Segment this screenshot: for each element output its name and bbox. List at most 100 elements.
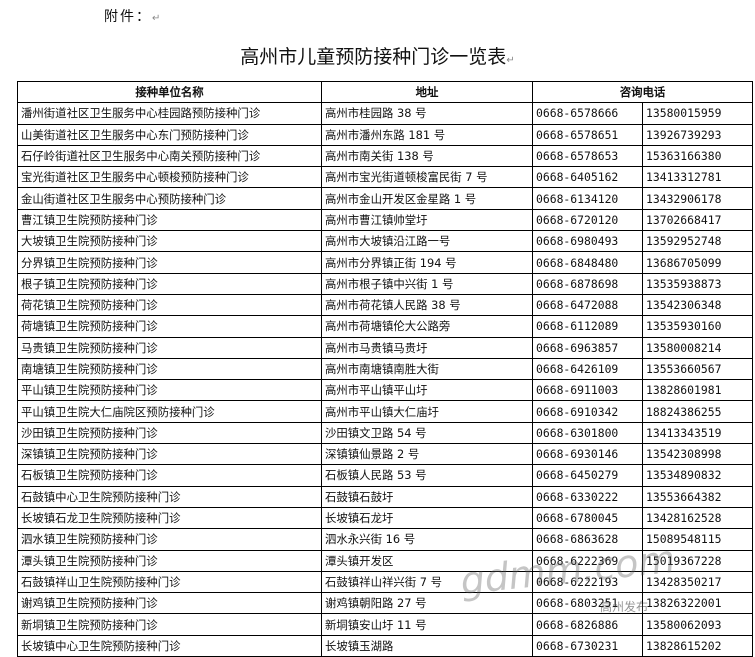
cell-address: 高州市马贵镇马贵圩 [321,336,533,359]
cell-address: 高州市荷塘镇伦大公路旁 [321,315,533,338]
cell-mobile: 13413343519 [642,421,753,445]
cell-address: 高州市分界镇正街 194 号 [321,251,533,274]
table-row: 大坡镇卫生院预防接种门诊 高州市大坡镇沿江路一号 0668-6980493 13592… [17,230,753,253]
cell-landline: 0668-6963857 [532,336,643,359]
cell-address: 长坡镇石龙圩 [321,506,533,530]
table-row: 长坡镇中心卫生院预防接种门诊 长坡镇玉湖路 0668-6730231 13828615… [17,634,753,657]
cell-unit: 泗水镇卫生院预防接种门诊 [17,528,322,551]
cell-address: 长坡镇玉湖路 [321,634,533,657]
cell-mobile: 13686705099 [642,251,753,274]
cell-landline: 0668-6112089 [532,315,643,338]
cell-unit: 平山镇卫生院预防接种门诊 [17,379,322,402]
cell-landline: 0668-6826886 [532,613,643,636]
cell-landline: 0668-6330222 [532,485,643,508]
cell-address: 沙田镇文卫路 54 号 [321,421,533,445]
cell-unit: 长坡镇中心卫生院预防接种门诊 [17,634,322,657]
cell-landline: 0668-6134120 [532,187,643,210]
cell-unit: 曹江镇卫生院预防接种门诊 [17,208,322,232]
cell-unit: 马贵镇卫生院预防接种门诊 [17,336,322,359]
table-row: 新垌镇卫生院预防接种门诊 新垌镇安山圩 11 号 0668-6826886 13580… [17,613,753,636]
cell-landline: 0668-6930146 [532,443,643,466]
table-header-row: 接种单位名称 地址 咨询电话 [17,80,753,104]
cell-address: 高州市曹江镇帅堂圩 [321,208,533,232]
page-title-text: 高州市儿童预防接种门诊一览表 [240,46,507,68]
cell-landline: 0668-6720120 [532,208,643,232]
cell-mobile: 13702668417 [642,208,753,232]
cell-unit: 新垌镇卫生院预防接种门诊 [17,613,322,636]
cell-address: 高州市根子镇中兴街 1 号 [321,272,533,295]
cell-mobile: 13592952748 [642,230,753,253]
cell-unit: 石鼓镇祥山卫生院预防接种门诊 [17,570,322,594]
cell-mobile: 13535938873 [642,272,753,295]
cell-address: 高州市大坡镇沿江路一号 [321,230,533,253]
header-address: 地址 [321,80,533,104]
cell-address: 高州市宝光街道顿梭富民街 7 号 [321,166,533,189]
cell-address: 泗水永兴街 16 号 [321,528,533,551]
cell-unit: 石鼓镇中心卫生院预防接种门诊 [17,485,322,508]
table-row: 荷塘镇卫生院预防接种门诊 高州市荷塘镇伦大公路旁 0668-6112089 13535… [17,315,753,338]
page-title: 高州市儿童预防接种门诊一览表↵ [0,42,755,69]
table-row: 根子镇卫生院预防接种门诊 高州市根子镇中兴街 1 号 0668-6878698 135… [17,272,753,295]
table-row: 金山街道社区卫生服务中心预防接种门诊 高州市金山开发区金星路 1 号 0668-61… [17,187,753,210]
cell-mobile: 13828601981 [642,379,753,402]
cell-mobile: 13580062093 [642,613,753,636]
cell-landline: 0668-6780045 [532,506,643,530]
watermark-sub: 高州发布 [600,600,649,614]
table-row: 南塘镇卫生院预防接种门诊 高州市南塘镇南胜大街 0668-6426109 135536… [17,357,753,381]
table-row: 长坡镇石龙卫生院预防接种门诊 长坡镇石龙圩 0668-6780045 13428162… [17,506,753,530]
cell-landline: 0668-6578653 [532,144,643,168]
cell-unit: 山美街道社区卫生服务中心东门预防接种门诊 [17,123,322,146]
table-row: 沙田镇卫生院预防接种门诊 沙田镇文卫路 54 号 0668-6301800 13413… [17,421,753,445]
table-row: 分界镇卫生院预防接种门诊 高州市分界镇正街 194 号 0668-6848480 13… [17,251,753,274]
table-row: 深镇镇卫生院预防接种门诊 深镇镇仙景路 2 号 0668-6930146 135423… [17,443,753,466]
cell-mobile: 13428162528 [642,506,753,530]
table-row: 山美街道社区卫生服务中心东门预防接种门诊 高州市潘州东路 181 号 0668-65… [17,123,753,146]
cell-unit: 深镇镇卫生院预防接种门诊 [17,443,322,466]
cell-address: 高州市南关街 138 号 [321,144,533,168]
cell-unit: 荷花镇卫生院预防接种门诊 [17,293,322,317]
cell-mobile: 13580008214 [642,336,753,359]
header-phone: 咨询电话 [532,80,753,104]
cell-address: 高州市荷花镇人民路 38 号 [321,293,533,317]
cell-unit: 金山街道社区卫生服务中心预防接种门诊 [17,187,322,210]
cell-landline: 0668-6472088 [532,293,643,317]
cell-mobile: 13580015959 [642,102,753,125]
cell-unit: 分界镇卫生院预防接种门诊 [17,251,322,274]
cell-address: 深镇镇仙景路 2 号 [321,443,533,466]
cell-address: 石板镇人民路 53 号 [321,464,533,487]
cell-unit: 根子镇卫生院预防接种门诊 [17,272,322,295]
attachment-label: 附件：↵ [104,6,160,26]
cell-landline: 0668-6910342 [532,400,643,423]
cell-unit: 石板镇卫生院预防接种门诊 [17,464,322,487]
cell-mobile: 13413312781 [642,166,753,189]
cell-unit: 南塘镇卫生院预防接种门诊 [17,357,322,381]
cell-unit: 潘州街道社区卫生服务中心桂园路预防接种门诊 [17,102,322,125]
cell-landline: 0668-6911003 [532,379,643,402]
table-row: 平山镇卫生院大仁庙院区预防接种门诊 高州市平山镇大仁庙圩 0668-6910342 1… [17,400,753,423]
cell-unit: 石仔岭街道社区卫生服务中心南关预防接种门诊 [17,144,322,168]
cell-landline: 0668-6848480 [532,251,643,274]
cell-unit: 谢鸡镇卫生院预防接种门诊 [17,592,322,615]
cell-mobile: 13432906178 [642,187,753,210]
header-unit: 接种单位名称 [17,80,322,104]
cell-address: 石鼓镇石鼓圩 [321,485,533,508]
table-row: 宝光街道社区卫生服务中心顿梭预防接种门诊 高州市宝光街道顿梭富民街 7 号 0668… [17,166,753,189]
cell-landline: 0668-6578651 [532,123,643,146]
cell-address: 高州市桂园路 38 号 [321,102,533,125]
cell-landline: 0668-6578666 [532,102,643,125]
table-row: 石板镇卫生院预防接种门诊 石板镇人民路 53 号 0668-6450279 13534… [17,464,753,487]
cell-unit: 大坡镇卫生院预防接种门诊 [17,230,322,253]
cell-address: 高州市金山开发区金星路 1 号 [321,187,533,210]
cell-mobile: 13826322001 [642,592,753,615]
cell-landline: 0668-6980493 [532,230,643,253]
paragraph-mark-icon: ↵ [152,13,161,24]
cell-address: 高州市潘州东路 181 号 [321,123,533,146]
cell-unit: 长坡镇石龙卫生院预防接种门诊 [17,506,322,530]
cell-address: 高州市南塘镇南胜大街 [321,357,533,381]
cell-mobile: 13553664382 [642,485,753,508]
cell-address: 高州市平山镇平山圩 [321,379,533,402]
table-row: 荷花镇卫生院预防接种门诊 高州市荷花镇人民路 38 号 0668-6472088 13… [17,293,753,317]
cell-unit: 荷塘镇卫生院预防接种门诊 [17,315,322,338]
cell-unit: 沙田镇卫生院预防接种门诊 [17,421,322,445]
cell-mobile: 15363166380 [642,144,753,168]
